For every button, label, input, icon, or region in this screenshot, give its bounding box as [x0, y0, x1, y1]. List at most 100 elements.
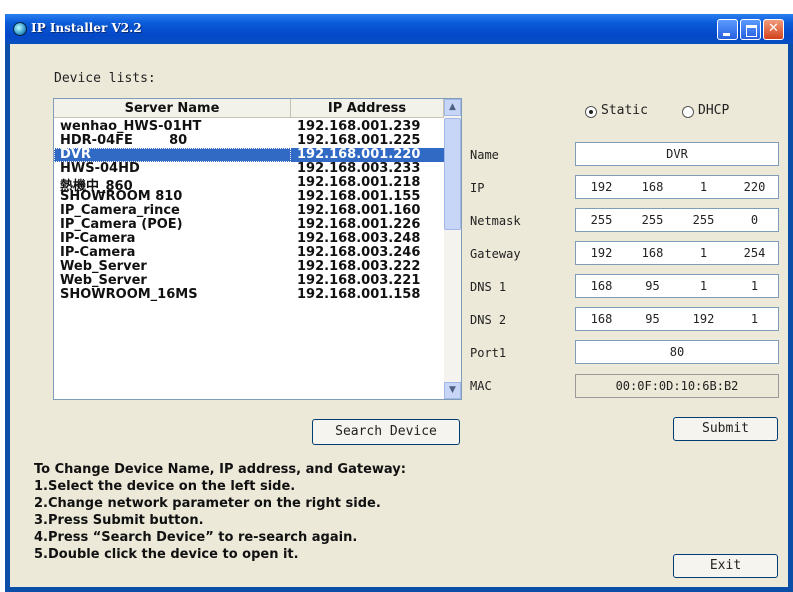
column-header-ip-address[interactable]: IP Address	[291, 99, 444, 118]
port1-label: Port1	[470, 346, 507, 360]
device-ip: 192.168.001.220	[297, 147, 421, 162]
device-ip: 192.168.001.239	[297, 119, 421, 134]
minimize-icon[interactable]	[717, 19, 738, 40]
device-name: wenhao_HWS-01HT	[60, 119, 202, 134]
dns1-octet[interactable]: 95	[627, 279, 678, 293]
gateway-label: Gateway	[470, 247, 521, 261]
dhcp-label[interactable]: DHCP	[698, 103, 729, 118]
gateway-field[interactable]: 192 168 1 254	[575, 241, 779, 265]
device-ip: 192.168.003.233	[297, 161, 421, 176]
name-field[interactable]: DVR	[575, 142, 779, 166]
device-ip: 192.168.001.218	[297, 175, 421, 190]
app-window: IP Installer V2.2 Device lists: Server N…	[5, 14, 793, 592]
device-name: IP_Camera_rince	[60, 203, 180, 218]
gateway-octet[interactable]: 192	[576, 246, 627, 260]
ip-octet[interactable]: 1	[678, 180, 729, 194]
mac-field: 00:0F:0D:10:6B:B2	[575, 374, 779, 398]
close-icon[interactable]	[763, 19, 784, 40]
port1-value: 80	[669, 345, 685, 359]
mac-label: MAC	[470, 379, 492, 393]
ip-label: IP	[470, 181, 485, 195]
netmask-field[interactable]: 255 255 255 0	[575, 208, 779, 232]
device-row[interactable]: IP-Camera 192.168.003.246	[54, 245, 444, 260]
dns1-label: DNS 1	[470, 280, 507, 294]
netmask-octet[interactable]: 255	[627, 213, 678, 227]
instruction-step: 4.Press “Search Device” to re-search aga…	[34, 530, 358, 545]
device-ip: 192.168.003.221	[297, 273, 421, 288]
scroll-thumb[interactable]	[444, 118, 461, 230]
netmask-label: Netmask	[470, 214, 521, 228]
name-label: Name	[470, 148, 499, 162]
netmask-octet[interactable]: 255	[576, 213, 627, 227]
ip-octet[interactable]: 168	[627, 180, 678, 194]
device-row[interactable]: SHOWROOM_16MS 192.168.001.158	[54, 287, 444, 302]
client-area: Device lists: Server Name IP Address wen…	[10, 44, 788, 587]
device-ip: 192.168.001.155	[297, 189, 421, 204]
device-row[interactable]: DVR 192.168.001.220	[54, 147, 444, 162]
dns2-octet[interactable]: 1	[729, 312, 780, 326]
device-name: Web_Server	[60, 273, 147, 288]
instruction-step: 1.Select the device on the left side.	[34, 479, 296, 494]
port1-field[interactable]: 80	[575, 340, 779, 364]
instruction-step: 3.Press Submit button.	[34, 513, 204, 528]
submit-button[interactable]: Submit	[673, 417, 778, 441]
title-bar[interactable]: IP Installer V2.2	[5, 14, 793, 44]
instruction-heading: To Change Device Name, IP address, and G…	[34, 462, 406, 477]
column-header-server-name[interactable]: Server Name	[54, 99, 291, 118]
device-list-label: Device lists:	[54, 71, 156, 86]
search-device-button[interactable]: Search Device	[312, 419, 460, 445]
window-title: IP Installer V2.2	[31, 21, 142, 35]
device-ip: 192.168.003.246	[297, 245, 421, 260]
gateway-octet[interactable]: 254	[729, 246, 780, 260]
dns1-octet[interactable]: 168	[576, 279, 627, 293]
dns2-octet[interactable]: 95	[627, 312, 678, 326]
exit-button[interactable]: Exit	[673, 554, 778, 578]
device-ip: 192.168.001.160	[297, 203, 421, 218]
device-row[interactable]: Web_Server 192.168.003.221	[54, 273, 444, 288]
ip-octet[interactable]: 220	[729, 180, 780, 194]
gateway-octet[interactable]: 1	[678, 246, 729, 260]
maximize-icon[interactable]	[740, 19, 761, 40]
gateway-octet[interactable]: 168	[627, 246, 678, 260]
netmask-octet[interactable]: 0	[729, 213, 780, 227]
device-ip: 192.168.001.158	[297, 287, 421, 302]
ip-octet[interactable]: 192	[576, 180, 627, 194]
static-radio[interactable]	[585, 106, 597, 118]
device-row[interactable]: 熱機中_860 192.168.001.218	[54, 175, 444, 194]
device-row[interactable]: IP_Camera (POE) 192.168.001.226	[54, 217, 444, 232]
device-name: HDR-04FE 80	[60, 133, 188, 148]
device-name: HWS-04HD	[60, 161, 140, 176]
device-name: SHOWROOM_16MS	[60, 287, 198, 302]
scroll-down-icon[interactable]: ▼	[444, 382, 461, 399]
dhcp-radio[interactable]	[682, 106, 694, 118]
device-name: IP_Camera (POE)	[60, 217, 183, 232]
static-label[interactable]: Static	[601, 103, 648, 118]
dns1-field[interactable]: 168 95 1 1	[575, 274, 779, 298]
device-row[interactable]: wenhao_HWS-01HT 192.168.001.239	[54, 119, 444, 134]
device-name: SHOWROOM 810	[60, 189, 183, 204]
ip-field[interactable]: 192 168 1 220	[575, 175, 779, 199]
device-ip: 192.168.003.248	[297, 231, 421, 246]
dns1-octet[interactable]: 1	[678, 279, 729, 293]
device-row[interactable]: IP_Camera_rince 192.168.001.160	[54, 203, 444, 218]
dns2-octet[interactable]: 192	[678, 312, 729, 326]
device-row[interactable]: IP-Camera 192.168.003.248	[54, 231, 444, 246]
device-row[interactable]: HWS-04HD 192.168.003.233	[54, 161, 444, 176]
device-name: DVR	[60, 147, 91, 162]
scroll-up-icon[interactable]: ▲	[444, 99, 461, 116]
name-value: DVR	[666, 147, 688, 161]
device-row[interactable]: Web_Server 192.168.003.222	[54, 259, 444, 274]
dns2-field[interactable]: 168 95 192 1	[575, 307, 779, 331]
dns2-label: DNS 2	[470, 313, 507, 327]
netmask-octet[interactable]: 255	[678, 213, 729, 227]
dns1-octet[interactable]: 1	[729, 279, 780, 293]
vertical-scrollbar[interactable]: ▲ ▼	[444, 99, 461, 399]
device-ip: 192.168.001.225	[297, 133, 421, 148]
device-listbox[interactable]: Server Name IP Address wenhao_HWS-01HT 19…	[53, 98, 462, 400]
device-ip: 192.168.001.226	[297, 217, 421, 232]
instruction-step: 5.Double click the device to open it.	[34, 547, 299, 562]
dns2-octet[interactable]: 168	[576, 312, 627, 326]
device-row[interactable]: HDR-04FE 80 192.168.001.225	[54, 133, 444, 148]
mac-value: 00:0F:0D:10:6B:B2	[615, 379, 739, 393]
device-row[interactable]: SHOWROOM 810 192.168.001.155	[54, 189, 444, 204]
